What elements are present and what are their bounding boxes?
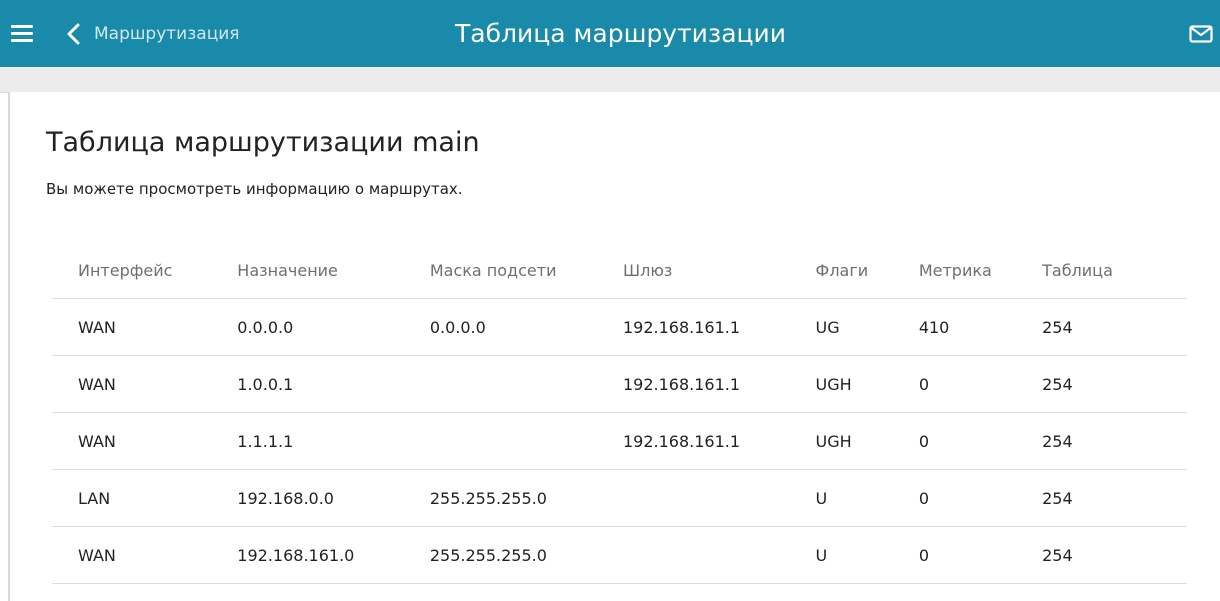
sub-header-strip [0, 67, 1220, 93]
cell-subnet-mask: 255.255.255.0 [403, 526, 597, 584]
cell-metric: 0 [892, 412, 1017, 470]
cell-flags: UG [789, 298, 893, 356]
table-row[interactable]: WAN 1.1.1.1 192.168.161.1 UGH 0 254 [52, 412, 1187, 470]
column-header-destination: Назначение [211, 242, 404, 299]
cell-table: 254 [1016, 355, 1187, 413]
page-title: Таблица маршрутизации [455, 19, 787, 48]
column-header-interface: Интерфейс [52, 242, 212, 299]
cell-table: 254 [1016, 412, 1187, 470]
cell-destination: 0.0.0.0 [211, 298, 404, 356]
cell-gateway: 192.168.161.1 [597, 412, 790, 470]
envelope-icon[interactable] [1189, 25, 1213, 43]
section-description: Вы можете просмотреть информацию о маршр… [46, 180, 463, 198]
column-header-flags: Флаги [789, 242, 893, 299]
cell-subnet-mask [403, 355, 597, 413]
cell-interface: LAN [52, 469, 212, 527]
cell-gateway: 192.168.161.1 [597, 355, 790, 413]
cell-subnet-mask: 255.255.255.0 [403, 469, 597, 527]
column-header-gateway: Шлюз [597, 242, 790, 299]
chevron-left-icon[interactable] [64, 23, 84, 45]
cell-destination: 1.0.0.1 [211, 355, 404, 413]
cell-destination: 192.168.0.0 [211, 469, 404, 527]
cell-metric: 0 [892, 526, 1017, 584]
cell-gateway [597, 526, 790, 584]
table-row[interactable]: WAN 0.0.0.0 0.0.0.0 192.168.161.1 UG 410… [52, 298, 1187, 356]
table-header-row: Интерфейс Назначение Маска подсети Шлюз … [52, 242, 1187, 299]
cell-subnet-mask [403, 412, 597, 470]
cell-subnet-mask: 0.0.0.0 [403, 298, 597, 356]
cell-flags: U [789, 469, 893, 527]
cell-flags: UGH [789, 412, 893, 470]
column-header-subnet-mask: Маска подсети [403, 242, 597, 299]
routing-table-panel: Таблица маршрутизации main Вы можете про… [8, 92, 1220, 601]
cell-interface: WAN [52, 298, 212, 356]
cell-flags: U [789, 526, 893, 584]
table-row[interactable]: LAN 192.168.0.0 255.255.255.0 U 0 254 [52, 469, 1187, 527]
column-header-metric: Метрика [892, 242, 1017, 299]
cell-interface: WAN [52, 355, 212, 413]
cell-metric: 0 [892, 355, 1017, 413]
cell-table: 254 [1016, 469, 1187, 527]
cell-interface: WAN [52, 526, 212, 584]
cell-metric: 410 [892, 298, 1017, 356]
cell-table: 254 [1016, 526, 1187, 584]
table-row[interactable]: WAN 1.0.0.1 192.168.161.1 UGH 0 254 [52, 355, 1187, 413]
routing-table: Интерфейс Назначение Маска подсети Шлюз … [52, 242, 1187, 584]
cell-destination: 192.168.161.0 [211, 526, 404, 584]
cell-flags: UGH [789, 355, 893, 413]
hamburger-menu-icon[interactable] [11, 25, 33, 43]
section-title: Таблица маршрутизации main [46, 127, 480, 158]
cell-gateway: 192.168.161.1 [597, 298, 790, 356]
cell-metric: 0 [892, 469, 1017, 527]
cell-destination: 1.1.1.1 [211, 412, 404, 470]
table-row[interactable]: WAN 192.168.161.0 255.255.255.0 U 0 254 [52, 526, 1187, 584]
cell-table: 254 [1016, 298, 1187, 356]
column-header-table: Таблица [1016, 242, 1187, 299]
cell-gateway [597, 469, 790, 527]
top-bar: Маршрутизация Таблица маршрутизации [0, 0, 1220, 67]
cell-interface: WAN [52, 412, 212, 470]
back-link[interactable]: Маршрутизация [94, 22, 240, 46]
